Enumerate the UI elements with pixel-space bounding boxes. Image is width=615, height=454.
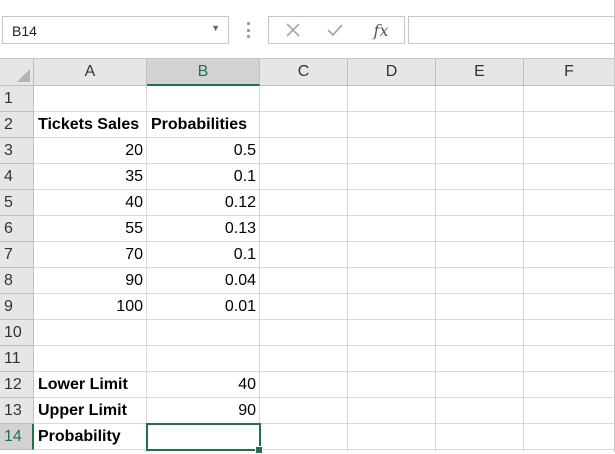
cell-a2[interactable]: Tickets Sales <box>34 112 146 138</box>
row-header-10[interactable]: 10 <box>0 320 34 346</box>
row-header-11[interactable]: 11 <box>0 346 34 372</box>
spreadsheet-grid: A B C D E F 1 2 3 4 5 6 7 8 9 10 11 12 1… <box>0 58 615 454</box>
formula-buttons: fx <box>268 16 405 44</box>
row-header-12[interactable]: 12 <box>0 372 34 398</box>
formula-bar-grip-icon[interactable] <box>247 22 250 38</box>
fx-icon[interactable]: fx <box>361 17 401 43</box>
select-all-button[interactable] <box>0 59 34 86</box>
cell-b9[interactable]: 0.01 <box>147 294 259 320</box>
row-header-5[interactable]: 5 <box>0 190 34 216</box>
row-header-4[interactable]: 4 <box>0 164 34 190</box>
cell-b4[interactable]: 0.1 <box>147 164 259 190</box>
name-box[interactable]: B14 ▼ <box>2 16 229 44</box>
cell-a4[interactable]: 35 <box>34 164 146 190</box>
cell-b12[interactable]: 40 <box>147 372 259 398</box>
row-header-6[interactable]: 6 <box>0 216 34 242</box>
row-header-8[interactable]: 8 <box>0 268 34 294</box>
fill-handle[interactable] <box>255 446 263 454</box>
row-header-2[interactable]: 2 <box>0 112 34 138</box>
name-box-dropdown-icon[interactable]: ▼ <box>211 23 220 33</box>
cell-a9[interactable]: 100 <box>34 294 146 320</box>
column-header-f[interactable]: F <box>524 59 615 86</box>
cell-a13[interactable]: Upper Limit <box>34 398 146 424</box>
cell-a8[interactable]: 90 <box>34 268 146 294</box>
formula-bar: B14 ▼ fx <box>0 0 615 58</box>
cell-b5[interactable]: 0.12 <box>147 190 259 216</box>
enter-icon[interactable] <box>315 17 355 43</box>
column-header-a[interactable]: A <box>34 59 147 86</box>
row-header-14[interactable]: 14 <box>0 424 34 450</box>
cell-a5[interactable]: 40 <box>34 190 146 216</box>
cell-b6[interactable]: 0.13 <box>147 216 259 242</box>
row-header-1[interactable]: 1 <box>0 86 34 112</box>
fx-label: fx <box>373 20 389 40</box>
row-header-9[interactable]: 9 <box>0 294 34 320</box>
name-box-value: B14 <box>12 23 37 39</box>
row-header-3[interactable]: 3 <box>0 138 34 164</box>
column-header-d[interactable]: D <box>348 59 436 86</box>
column-header-c[interactable]: C <box>260 59 348 86</box>
cell-b2[interactable]: Probabilities <box>147 112 259 138</box>
cell-a7[interactable]: 70 <box>34 242 146 268</box>
cell-b8[interactable]: 0.04 <box>147 268 259 294</box>
row-header-7[interactable]: 7 <box>0 242 34 268</box>
cell-a6[interactable]: 55 <box>34 216 146 242</box>
formula-input[interactable] <box>408 16 615 44</box>
cell-b13[interactable]: 90 <box>147 398 259 424</box>
cell-a12[interactable]: Lower Limit <box>34 372 146 398</box>
row-header-13[interactable]: 13 <box>0 398 34 424</box>
column-header-b[interactable]: B <box>147 59 260 86</box>
active-cell-selection[interactable] <box>146 423 261 451</box>
cell-area[interactable]: Tickets Sales Probabilities 20 0.5 35 0.… <box>34 86 615 454</box>
cell-a3[interactable]: 20 <box>34 138 146 164</box>
cell-b7[interactable]: 0.1 <box>147 242 259 268</box>
cell-a14[interactable]: Probability <box>34 424 146 450</box>
column-header-e[interactable]: E <box>436 59 524 86</box>
cell-b3[interactable]: 0.5 <box>147 138 259 164</box>
cancel-icon[interactable] <box>273 17 313 43</box>
